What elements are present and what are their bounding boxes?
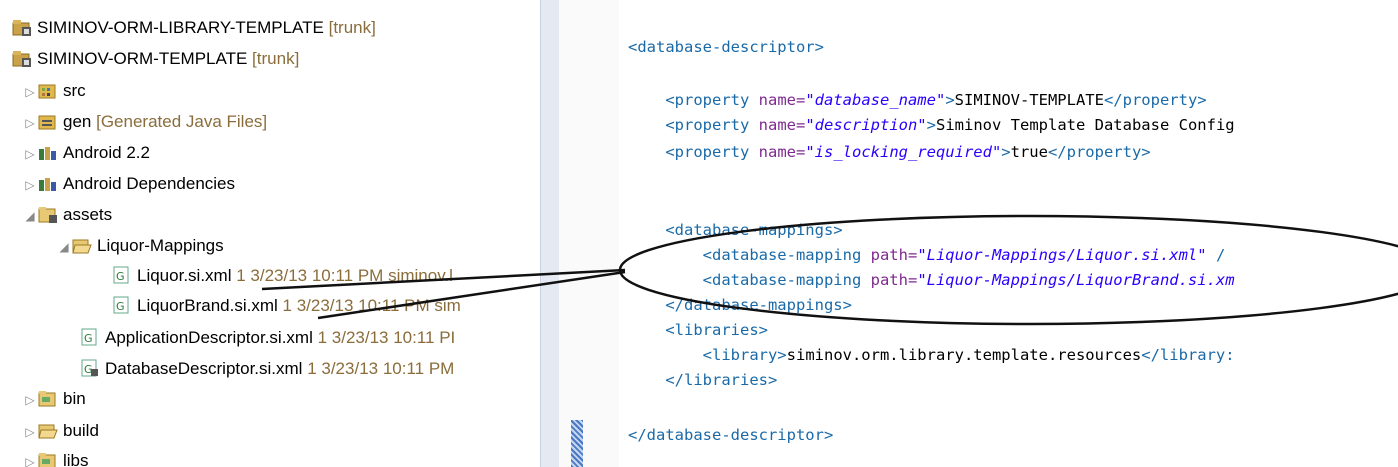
tree-label: Android Dependencies [63, 174, 236, 193]
tree-item-build[interactable]: ▷ build [22, 417, 99, 445]
expand-icon[interactable]: ▷ [22, 418, 38, 446]
xml-file-icon: G [80, 328, 100, 346]
expand-icon[interactable]: ▷ [22, 109, 38, 137]
tree-project-library-template[interactable]: SIMINOV-ORM-LIBRARY-TEMPLATE [trunk] [12, 14, 376, 42]
expand-icon[interactable]: ▷ [22, 78, 38, 106]
code-line: <property name="is_locking_required">tru… [665, 143, 1151, 161]
tree-project-orm-template[interactable]: SIMINOV-ORM-TEMPLATE [trunk] [12, 45, 299, 73]
tree-item-android[interactable]: ▷ Android 2.2 [22, 139, 150, 167]
view-sash[interactable] [540, 0, 560, 467]
tree-item-liquorbrand-xml[interactable]: G LiquorBrand.si.xml 1 3/23/13 10:11 PM s… [112, 292, 461, 320]
tree-label: LiquorBrand.si.xml [137, 296, 278, 315]
tree-label: build [63, 421, 99, 440]
tree-item-application-descriptor[interactable]: G ApplicationDescriptor.si.xml 1 3/23/13 … [80, 324, 455, 352]
folder-icon [38, 205, 58, 223]
tree-item-libs[interactable]: ▷ libs [22, 447, 89, 467]
tree-label: Liquor.si.xml [137, 266, 232, 285]
library-icon [38, 174, 58, 192]
project-name: SIMINOV-ORM-TEMPLATE [37, 49, 248, 68]
code-line: <database-mapping path="Liquor-Mappings/… [702, 246, 1226, 264]
project-name: SIMINOV-ORM-LIBRARY-TEMPLATE [37, 18, 324, 37]
tree-item-liquor-xml[interactable]: G Liquor.si.xml 1 3/23/13 10:11 PM simino… [112, 262, 453, 290]
code-line: </database-mappings> [665, 296, 852, 314]
tree-item-src[interactable]: ▷ src [22, 77, 86, 106]
svg-text:G: G [116, 270, 125, 283]
code-line: <property name="description">Siminov Tem… [665, 116, 1235, 134]
tree-label: ApplicationDescriptor.si.xml [105, 328, 313, 347]
tree-decoration: [Generated Java Files] [96, 112, 268, 131]
collapse-icon[interactable]: ◢ [56, 233, 72, 261]
code-line: <libraries> [665, 321, 768, 339]
code-line: </libraries> [665, 371, 778, 389]
expand-icon[interactable]: ▷ [22, 386, 38, 414]
code-line: <property name="database_name">SIMINOV-T… [665, 91, 1207, 109]
project-explorer: SIMINOV-ORM-LIBRARY-TEMPLATE [trunk] SIM… [0, 0, 540, 467]
tree-label: gen [63, 112, 92, 131]
svn-decoration: [trunk] [252, 49, 300, 68]
tree-label: assets [63, 205, 113, 224]
code-line: <database-mapping path="Liquor-Mappings/… [702, 271, 1235, 289]
tree-item-bin[interactable]: ▷ bin [22, 385, 86, 414]
expand-icon[interactable]: ▷ [22, 171, 38, 199]
xml-file-icon: G [112, 266, 132, 284]
folder-icon [38, 389, 58, 407]
xml-file-icon: G [80, 359, 100, 377]
library-icon [38, 143, 58, 161]
svg-text:G: G [84, 332, 93, 345]
tree-item-android-dependencies[interactable]: ▷ Android Dependencies [22, 170, 235, 198]
tree-label: bin [63, 389, 86, 408]
tree-label: DatabaseDescriptor.si.xml [105, 359, 303, 378]
tree-item-database-descriptor[interactable]: G DatabaseDescriptor.si.xml 1 3/23/13 10:… [80, 355, 454, 383]
code-line: <library>siminov.orm.library.template.re… [702, 346, 1235, 364]
folder-icon [38, 451, 58, 467]
source-folder-icon [38, 112, 58, 130]
svn-decoration: [trunk] [328, 18, 376, 37]
open-folder-icon [38, 421, 58, 439]
svn-decoration: 1 3/23/13 10:11 PI [317, 328, 456, 347]
expand-icon[interactable]: ▷ [22, 140, 38, 168]
code-line: <database-mappings> [665, 221, 843, 239]
xml-editor[interactable]: <database-descriptor> <property name="da… [620, 0, 1398, 467]
expand-icon[interactable]: ▷ [22, 448, 38, 467]
tree-label: Android 2.2 [63, 143, 150, 162]
tree-item-assets[interactable]: ◢ assets [22, 201, 112, 229]
tree-label: libs [63, 451, 89, 467]
svn-decoration: 1 3/23/13 10:11 PM siminov.l [236, 266, 453, 285]
tree-item-liquor-mappings[interactable]: ◢ Liquor-Mappings [56, 232, 224, 261]
code-line: <database-descriptor> [628, 38, 824, 56]
source-folder-icon [38, 81, 58, 99]
current-line-marker [571, 420, 583, 467]
svn-decoration: 1 3/23/13 10:11 PM sim [282, 296, 461, 315]
svg-text:G: G [116, 300, 125, 313]
code-line: </database-descriptor> [628, 426, 834, 444]
tree-label: src [63, 81, 86, 100]
collapse-icon[interactable]: ◢ [22, 202, 38, 230]
tree-label: Liquor-Mappings [97, 236, 224, 255]
open-folder-icon [72, 236, 92, 254]
tree-item-gen[interactable]: ▷ gen [Generated Java Files] [22, 108, 267, 136]
editor-ruler [559, 0, 619, 467]
project-folder-icon [12, 18, 32, 36]
xml-file-icon: G [112, 296, 132, 314]
project-folder-icon [12, 49, 32, 67]
svn-decoration: 1 3/23/13 10:11 PM [307, 359, 455, 378]
